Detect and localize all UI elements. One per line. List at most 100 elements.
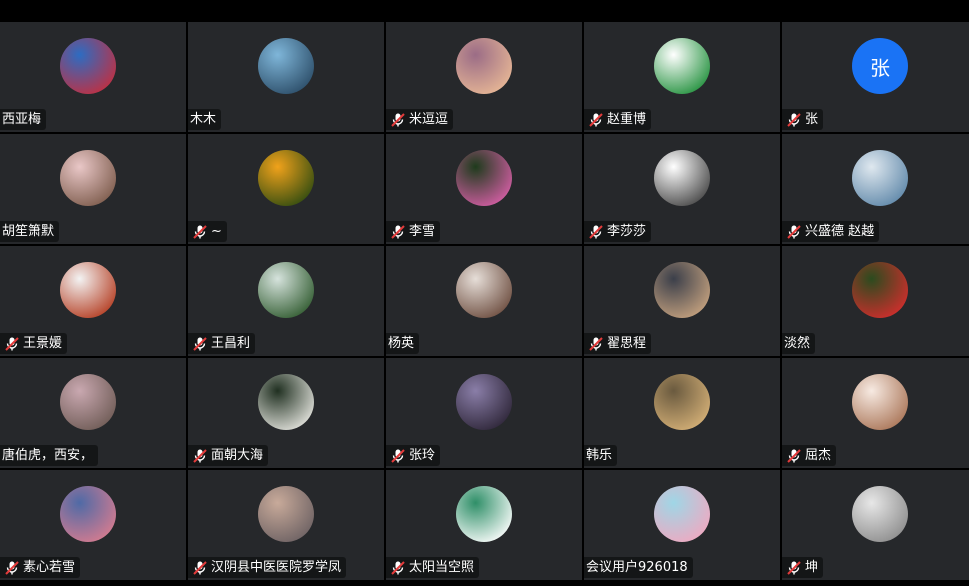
name-plate: 太阳当空照: [386, 557, 480, 578]
avatar: [258, 150, 314, 206]
name-plate: 韩乐: [584, 445, 618, 466]
name-plate: 米逗逗: [386, 109, 454, 130]
name-plate: 王昌利: [188, 333, 256, 354]
avatar: [258, 486, 314, 542]
mic-muted-icon: [589, 336, 603, 351]
participant-name: 淡然: [784, 336, 811, 351]
participant-name: 王景媛: [23, 336, 63, 351]
participant-tile[interactable]: 汉阴县中医医院罗学凤: [188, 470, 384, 580]
participant-tile[interactable]: 杨英: [386, 246, 582, 356]
participant-name: 胡笙箫默: [2, 224, 55, 239]
mic-muted-icon: [193, 336, 207, 351]
mic-muted-icon: [391, 448, 405, 463]
participant-name: 西亚梅: [2, 112, 42, 127]
name-plate: 赵重博: [584, 109, 652, 130]
participant-tile[interactable]: 坤: [782, 470, 969, 580]
participant-tile[interactable]: 唐伯虎，西安，: [0, 358, 186, 468]
participant-tile[interactable]: 王景媛: [0, 246, 186, 356]
avatar: [654, 150, 710, 206]
participant-grid: 西亚梅 木木 米逗逗 赵重博 张张胡笙箫默 ~ 李雪 李莎莎 兴盛德 赵越王景媛 王昌利 杨英 翟思程…: [0, 22, 969, 586]
participant-name: 张玲: [409, 448, 436, 463]
participant-tile[interactable]: 韩乐: [584, 358, 780, 468]
top-bar: [0, 0, 969, 22]
mic-muted-icon: [193, 448, 207, 463]
name-plate: 杨英: [386, 333, 420, 354]
mic-muted-icon: [193, 224, 207, 239]
mic-muted-icon: [5, 560, 19, 575]
avatar: [852, 150, 908, 206]
participant-name: 李莎莎: [607, 224, 647, 239]
avatar: [456, 38, 512, 94]
avatar: [60, 486, 116, 542]
name-plate: 王景媛: [0, 333, 68, 354]
participant-name: 木木: [190, 112, 217, 127]
participant-tile[interactable]: 会议用户926018: [584, 470, 780, 580]
mic-muted-icon: [787, 112, 801, 127]
mic-muted-icon: [391, 224, 405, 239]
participant-tile[interactable]: 屈杰: [782, 358, 969, 468]
participant-tile[interactable]: 太阳当空照: [386, 470, 582, 580]
participant-name: 坤: [805, 560, 819, 575]
name-plate: 张玲: [386, 445, 441, 466]
participant-name: 太阳当空照: [409, 560, 475, 575]
name-plate: 西亚梅: [0, 109, 47, 130]
participant-name: 兴盛德 赵越: [805, 224, 875, 239]
avatar: [852, 374, 908, 430]
participant-tile[interactable]: 米逗逗: [386, 22, 582, 132]
avatar: [60, 150, 116, 206]
participant-name: 面朝大海: [211, 448, 264, 463]
participant-tile[interactable]: 王昌利: [188, 246, 384, 356]
avatar: [654, 38, 710, 94]
name-plate: 会议用户926018: [584, 557, 693, 578]
mic-muted-icon: [787, 560, 801, 575]
participant-name: 李雪: [409, 224, 436, 239]
avatar: [456, 150, 512, 206]
name-plate: 唐伯虎，西安，: [0, 445, 99, 466]
mic-muted-icon: [391, 560, 405, 575]
participant-name: 会议用户926018: [586, 560, 688, 575]
mic-muted-icon: [589, 224, 603, 239]
participant-name: 杨英: [388, 336, 415, 351]
participant-tile[interactable]: 木木: [188, 22, 384, 132]
avatar: [456, 262, 512, 318]
participant-name: 屈杰: [805, 448, 832, 463]
mic-muted-icon: [589, 112, 603, 127]
participant-name: 唐伯虎，西安，: [2, 448, 94, 463]
participant-name: ~: [211, 224, 222, 239]
avatar: [60, 262, 116, 318]
participant-name: 王昌利: [211, 336, 251, 351]
mic-muted-icon: [391, 112, 405, 127]
participant-tile[interactable]: ~: [188, 134, 384, 244]
avatar: [852, 486, 908, 542]
avatar: [258, 374, 314, 430]
mic-muted-icon: [5, 336, 19, 351]
participant-tile[interactable]: 张张: [782, 22, 969, 132]
participant-tile[interactable]: 素心若雪: [0, 470, 186, 580]
participant-name: 素心若雪: [23, 560, 76, 575]
name-plate: 张: [782, 109, 824, 130]
mic-muted-icon: [193, 560, 207, 575]
participant-tile[interactable]: 李莎莎: [584, 134, 780, 244]
avatar: [258, 38, 314, 94]
participant-tile[interactable]: 兴盛德 赵越: [782, 134, 969, 244]
participant-tile[interactable]: 胡笙箫默: [0, 134, 186, 244]
participant-tile[interactable]: 张玲: [386, 358, 582, 468]
name-plate: 屈杰: [782, 445, 837, 466]
participant-tile[interactable]: 面朝大海: [188, 358, 384, 468]
name-plate: 素心若雪: [0, 557, 81, 578]
participant-name: 赵重博: [607, 112, 647, 127]
avatar: [60, 38, 116, 94]
participant-tile[interactable]: 淡然: [782, 246, 969, 356]
avatar: [852, 262, 908, 318]
participant-tile[interactable]: 李雪: [386, 134, 582, 244]
mic-muted-icon: [787, 448, 801, 463]
avatar: [654, 262, 710, 318]
name-plate: 胡笙箫默: [0, 221, 60, 242]
participant-tile[interactable]: 赵重博: [584, 22, 780, 132]
participant-tile[interactable]: 西亚梅: [0, 22, 186, 132]
name-plate: ~: [188, 221, 227, 242]
participant-tile[interactable]: 翟思程: [584, 246, 780, 356]
name-plate: 淡然: [782, 333, 816, 354]
name-plate: 李雪: [386, 221, 441, 242]
participant-name: 汉阴县中医医院罗学凤: [211, 560, 342, 575]
